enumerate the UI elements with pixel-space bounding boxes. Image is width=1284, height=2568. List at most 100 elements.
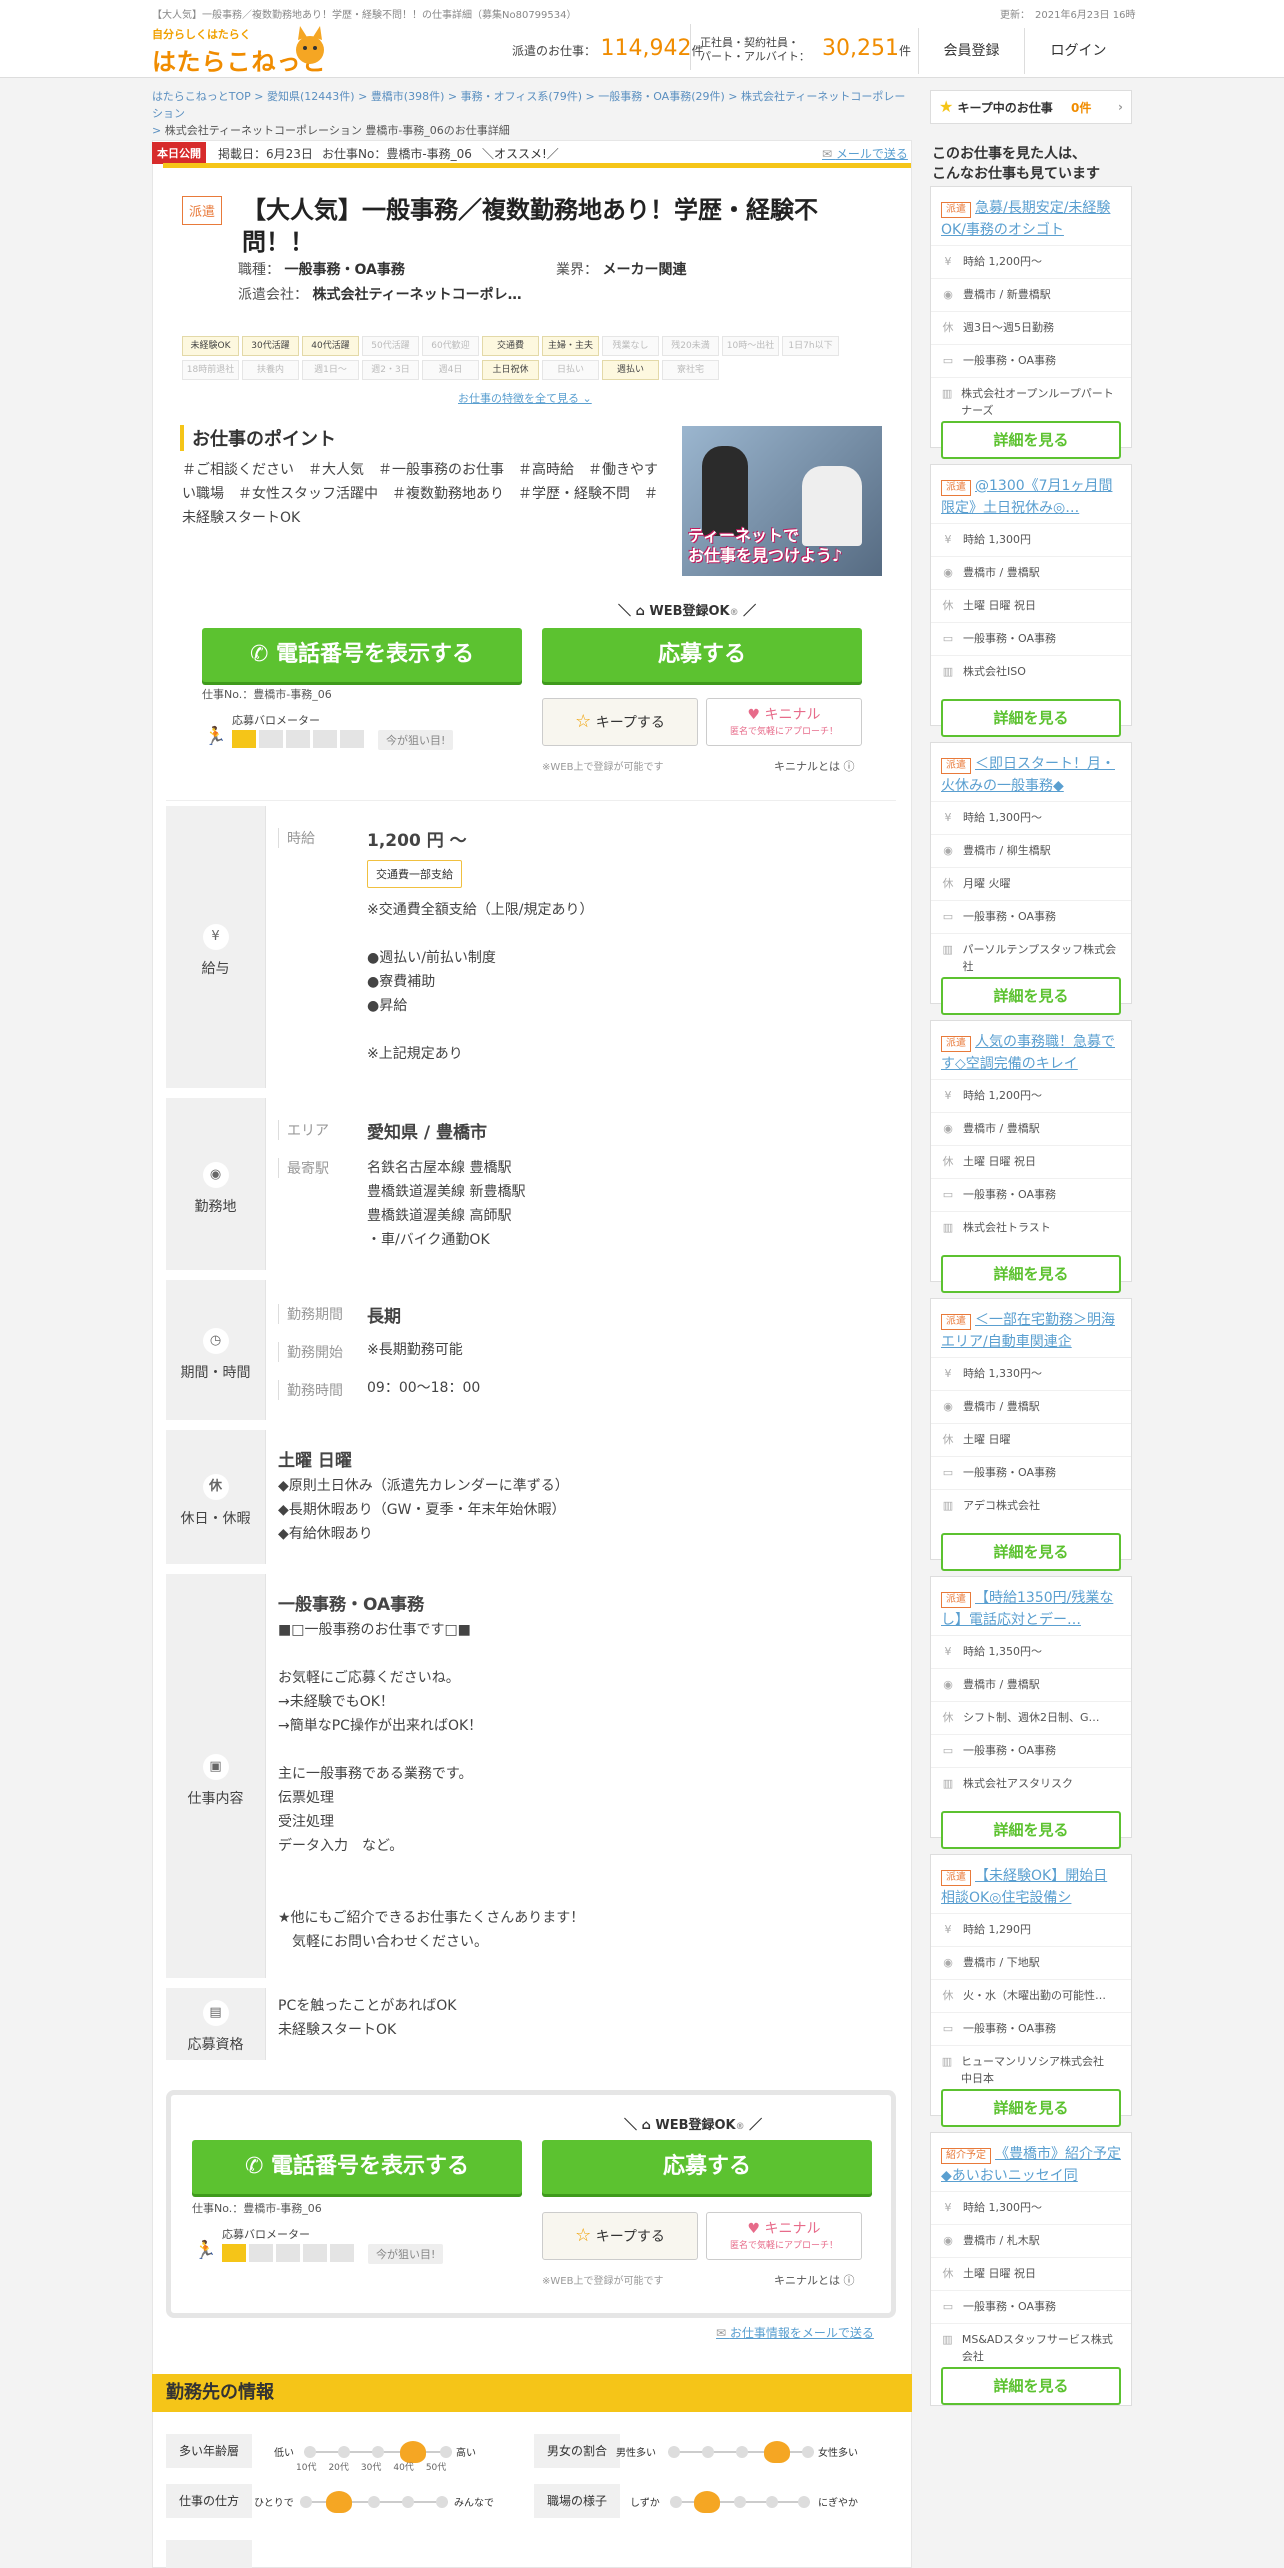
station-row: ◉ 豊橋市 / 豊橋駅: [931, 1112, 1131, 1145]
detail-button[interactable]: 詳細を見る: [941, 421, 1121, 459]
related-job-title[interactable]: 派遣 【時給1350円/残業なし】電話応対とデー…: [931, 1577, 1131, 1635]
meter-segment: [330, 2244, 354, 2262]
feature-tag: 交通費: [482, 336, 539, 356]
star-icon: ★: [939, 97, 954, 116]
related-job-title[interactable]: 派遣 【未経験OK】開始日相談OK◎住宅設備シ: [931, 1855, 1131, 1913]
feature-tag: 40代活躍: [302, 336, 359, 356]
coin-icon: ¥: [944, 1089, 952, 1102]
kininaru-help-link-2[interactable]: キニナルとは ⓘ: [774, 2272, 855, 2288]
breadcrumb-pref[interactable]: 愛知県(12443件): [267, 90, 355, 103]
meter-segment: [340, 730, 364, 748]
mood-lively: にぎやか: [818, 2498, 858, 2509]
related-job-card: 派遣 ＜一部在宅勤務＞明海エリア/自動車関連企 ¥ 時給 1,330円～ ◉ 豊橋市 / …: [930, 1298, 1132, 1571]
wage-row: ¥ 時給 1,350円～: [931, 1635, 1131, 1668]
coin-icon: ¥: [944, 2201, 952, 2214]
breadcrumb-subcategory[interactable]: 一般事務・OA事務(29件): [598, 90, 725, 103]
login-button[interactable]: ログイン: [1024, 28, 1132, 74]
cat-mascot-icon: [296, 26, 324, 64]
related-heading: このお仕事を見た人は、 こんなお仕事も見ています: [932, 146, 1100, 182]
apply-button[interactable]: 応募する: [542, 628, 862, 682]
detail-button[interactable]: 詳細を見る: [941, 1533, 1121, 1571]
haken-count[interactable]: 派遣のお仕事： 114,942件: [512, 36, 703, 61]
related-job-title[interactable]: 派遣 ＜一部在宅勤務＞明海エリア/自動車関連企: [931, 1299, 1131, 1357]
related-job-title[interactable]: 派遣 急募/長期安定/未経験OK/事務のオシゴト: [931, 187, 1131, 245]
building-icon: ▥: [941, 387, 953, 400]
detail-button[interactable]: 詳細を見る: [941, 699, 1121, 737]
gender-slider: [668, 2441, 814, 2463]
detail-button[interactable]: 詳細を見る: [941, 2367, 1121, 2405]
jobtype-row: ▭ 一般事務・OA事務: [931, 2012, 1131, 2045]
breadcrumb-top[interactable]: はたらこねっとTOP: [152, 90, 251, 103]
map-pin-icon: ◉: [943, 566, 953, 579]
related-job-card: 派遣 人気の事務職！急募です◇空調完備のキレイ ¥ 時給 1,200円～ ◉ 豊橋市 / …: [930, 1020, 1132, 1293]
salary-type-label: 時給: [278, 828, 315, 848]
related-job-card: 派遣 @1300《7月1ヶ月間限定》土日祝休み◎… ¥ 時給 1,300円 ◉ 豊橋市 /…: [930, 464, 1132, 737]
divider: [690, 24, 691, 70]
keep-button-2[interactable]: ☆ キープする: [542, 2212, 698, 2260]
briefcase-icon: ▭: [942, 2300, 954, 2313]
meter-label: 応募バロメーター: [232, 714, 320, 727]
meter-segment: [286, 730, 310, 748]
breadcrumb-city[interactable]: 豊橋市(398件): [371, 90, 445, 103]
age-high: 高い: [456, 2448, 476, 2459]
area-value: 愛知県 / 豊橋市: [367, 1123, 488, 1143]
related-job-card: 派遣 ＜即日スタート！月・火休みの一般事務◆ ¥ 時給 1,300円～ ◉ 豊橋市 / 柳…: [930, 742, 1132, 1015]
age-label: 多い年齢層: [166, 2434, 252, 2468]
show-phone-button[interactable]: ✆ 電話番号を表示する: [202, 628, 522, 682]
feature-tag: 50代活躍: [362, 336, 419, 356]
detail-button[interactable]: 詳細を見る: [941, 1811, 1121, 1849]
points-text: ＃ご相談ください ＃大人気 ＃一般事務のお仕事 ＃高時給 ＃働きやすい職場 ＃女…: [182, 462, 658, 526]
wage-row: ¥ 時給 1,200円～: [931, 1079, 1131, 1112]
member-register-button[interactable]: 会員登録: [918, 28, 1024, 74]
map-pin-icon: ◉: [943, 1400, 953, 1413]
detail-button[interactable]: 詳細を見る: [941, 2089, 1121, 2127]
seishain-count[interactable]: 30,251件: [822, 36, 911, 61]
show-phone-button-2[interactable]: ✆ 電話番号を表示する: [192, 2140, 522, 2194]
start-label: 勤務開始: [278, 1342, 343, 1362]
updated-time: 更新： 2021年6月23日 16時: [1000, 10, 1136, 21]
mail-send-link[interactable]: ✉ メールで送る: [822, 145, 908, 162]
all-features-link[interactable]: お仕事の特徴を全て見る ⌄: [458, 390, 592, 406]
holiday-row: 休土曜 日曜: [931, 1423, 1131, 1456]
mood-quiet: しずか: [630, 2498, 660, 2509]
clock-icon: ◷: [202, 1328, 229, 1354]
job-type-tag: 派遣: [941, 480, 971, 496]
jobtype-row: ▭ 一般事務・OA事務: [931, 1456, 1131, 1489]
map-pin-icon: ◉: [202, 1162, 229, 1188]
apply-jobno: 仕事No.：豊橋市-事務_06: [202, 688, 332, 701]
briefcase-icon: ▭: [942, 2022, 954, 2035]
meter-segment: [232, 730, 256, 748]
age-ticks: 10代 20代 30代 40代 50代: [296, 2463, 447, 2473]
salary-notes: ※交通費全額支給（上限/規定あり） ●週払い/前払い制度 ●寮費補助 ●昇給 ※…: [367, 902, 594, 1062]
yen-icon: ¥: [202, 924, 229, 950]
breadcrumb-category[interactable]: 事務・オフィス系(79件): [461, 90, 582, 103]
feature-tag: 扶養内: [242, 360, 299, 380]
briefcase-icon: ▣: [202, 1754, 229, 1780]
jobtype-row: ▭ 一般事務・OA事務: [931, 1178, 1131, 1211]
jobtype-row: ▭ 一般事務・OA事務: [931, 900, 1131, 933]
detail-button[interactable]: 詳細を見る: [941, 977, 1121, 1015]
detail-button[interactable]: 詳細を見る: [941, 1255, 1121, 1293]
map-pin-icon: ◉: [943, 844, 953, 857]
kininaru-button[interactable]: ♥ キニナル 匿名で気軽にアプローチ！: [706, 698, 862, 746]
workstyle-label: 仕事の仕方: [166, 2484, 252, 2518]
building-icon: ▥: [942, 665, 954, 678]
phone-icon: ✆: [249, 642, 277, 667]
related-job-title[interactable]: 派遣 ＜即日スタート！月・火休みの一般事務◆: [931, 743, 1131, 801]
keep-button[interactable]: ☆ キープする: [542, 698, 698, 746]
salary-amount: 1,200 円 ～: [367, 831, 467, 851]
period-label: 勤務期間: [278, 1304, 343, 1324]
apply-button-2[interactable]: 応募する: [542, 2140, 872, 2194]
holiday-row: 休月曜 火曜: [931, 867, 1131, 900]
keep-list-button[interactable]: ★ キープ中のお仕事 0件 ›: [930, 90, 1132, 124]
related-job-title[interactable]: 派遣 @1300《7月1ヶ月間限定》土日祝休み◎…: [931, 465, 1131, 523]
related-job-title[interactable]: 派遣 人気の事務職！急募です◇空調完備のキレイ: [931, 1021, 1131, 1079]
cat-marker-icon: [326, 2491, 352, 2513]
building-icon: ▥: [942, 1499, 954, 1512]
mail-job-link[interactable]: ✉ お仕事情報をメールで送る: [716, 2324, 874, 2341]
meter-note: 今が狙い目!: [378, 730, 454, 750]
station-row: ◉ 豊橋市 / 豊橋駅: [931, 1668, 1131, 1701]
kininaru-help-link[interactable]: キニナルとは ⓘ: [774, 758, 855, 774]
kininaru-button-2[interactable]: ♥ キニナル 匿名で気軽にアプローチ！: [706, 2212, 862, 2260]
related-job-title[interactable]: 紹介予定 《豊橋市》紹介予定◆あいおいニッセイ同: [931, 2133, 1131, 2191]
